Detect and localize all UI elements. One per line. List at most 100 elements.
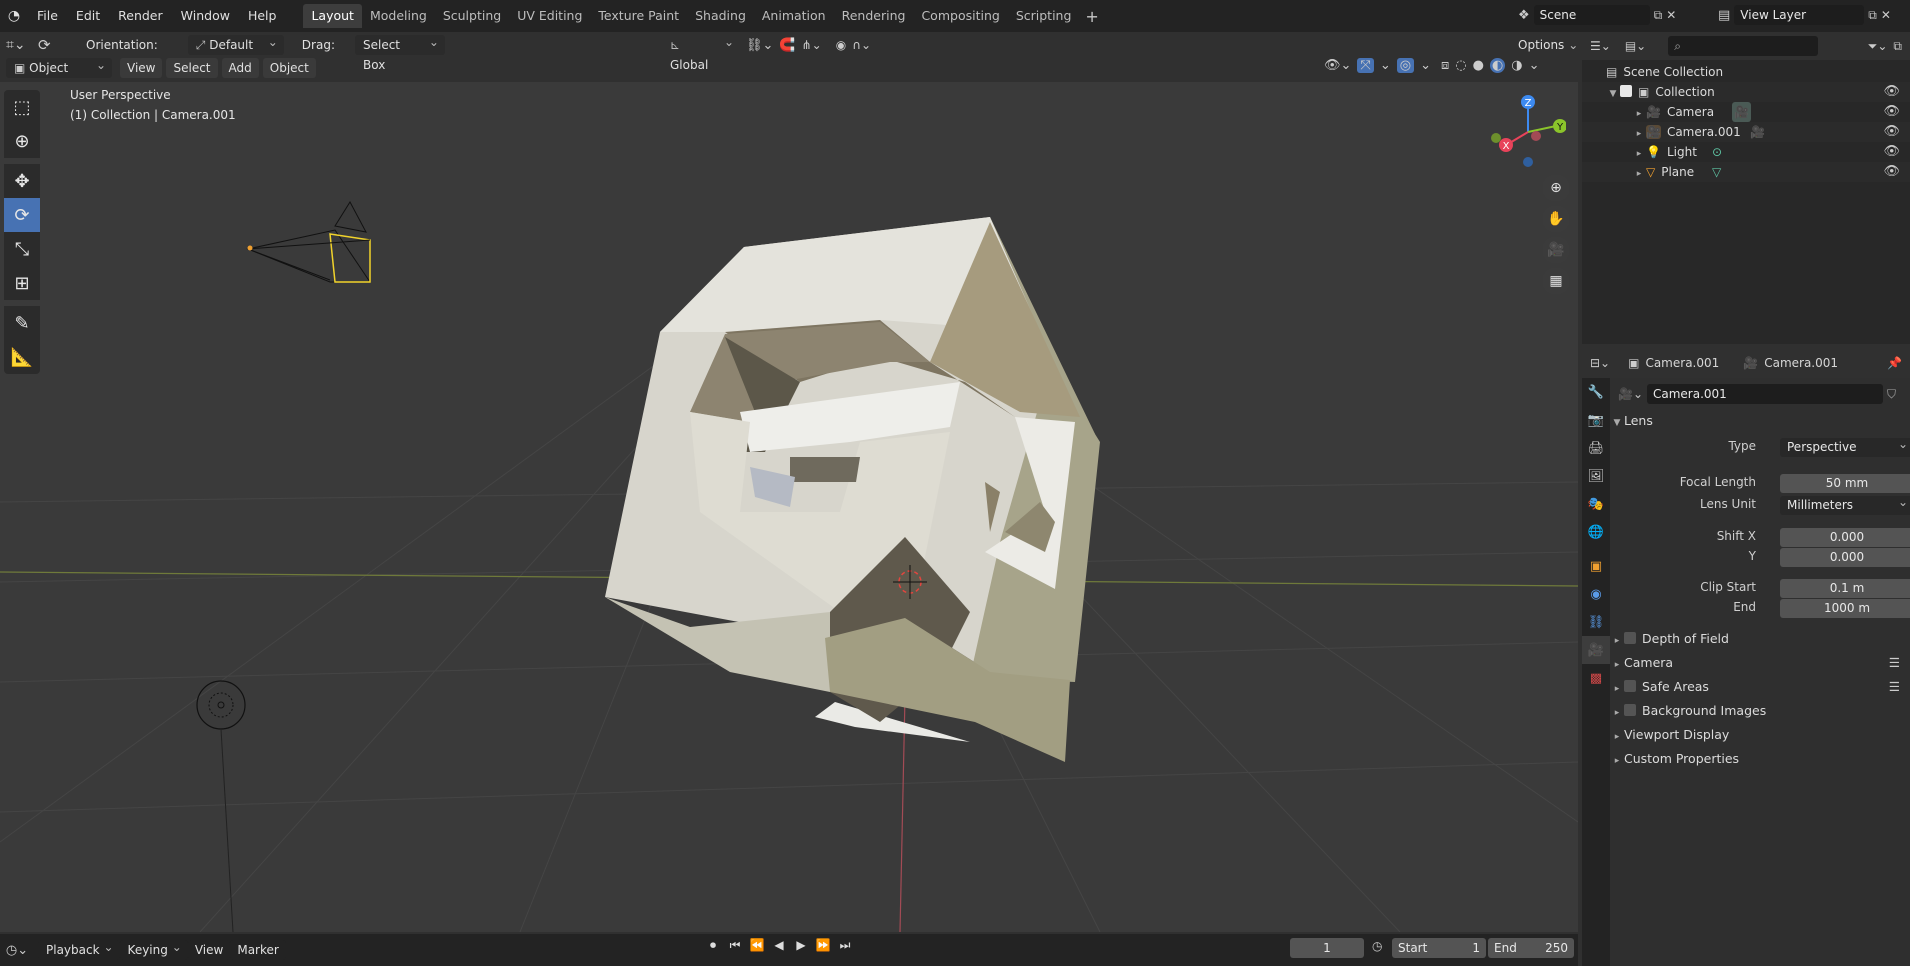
tab-uv-editing[interactable]: UV Editing — [509, 4, 590, 28]
menu-help[interactable]: Help — [239, 4, 286, 28]
eye-icon[interactable]: 👁 — [1883, 102, 1900, 122]
world-tab-icon[interactable]: 🌐 — [1582, 518, 1610, 546]
focal-length-field[interactable]: 50 mm — [1780, 474, 1910, 493]
rendered-shading-icon[interactable]: ◑ — [1511, 58, 1522, 73]
current-frame-field[interactable]: 1 — [1290, 938, 1364, 958]
outliner-row-camera[interactable]: ▸ 🎥 Camera 🎥 👁 — [1582, 102, 1910, 122]
view-layer-icon[interactable]: ▤ — [1718, 8, 1730, 23]
constraints-tab-icon[interactable]: ⛓ — [1582, 608, 1610, 636]
lens-panel-header[interactable]: ▼ Lens — [1610, 410, 1910, 432]
presets-list-icon[interactable]: ☰ — [1889, 676, 1900, 698]
display-mode-icon[interactable]: ▤⌄ — [1625, 39, 1646, 53]
mesh-data-icon[interactable]: ▽ — [1712, 162, 1721, 182]
output-tab-icon[interactable]: 🖨 — [1582, 434, 1610, 462]
outliner-search-input[interactable]: ⌕ — [1668, 36, 1819, 56]
expand-icon[interactable]: ▸ — [1610, 654, 1624, 676]
play-reverse-icon[interactable]: ◀ — [770, 938, 788, 953]
light-data-icon[interactable]: ⊙ — [1712, 142, 1722, 162]
viewport-scene[interactable] — [0, 82, 1578, 932]
pin-icon[interactable]: 📌 — [1887, 356, 1902, 370]
background-images-panel[interactable]: ▸ Background Images — [1610, 700, 1910, 722]
tab-compositing[interactable]: Compositing — [913, 4, 1007, 28]
record-icon[interactable]: ⏺ — [704, 938, 722, 953]
outliner-row-collection[interactable]: ▼ ▣ Collection 👁 — [1582, 82, 1910, 102]
menu-add[interactable]: Add — [221, 58, 259, 78]
tab-sculpting[interactable]: Sculpting — [435, 4, 509, 28]
eye-icon[interactable]: 👁 — [1883, 162, 1900, 182]
tool-tab-icon[interactable]: 🔧 — [1582, 378, 1610, 406]
orientation-dropdown[interactable]: ⤢ Default — [187, 32, 284, 55]
editor-type-icon[interactable]: ⌗⌄ — [6, 37, 30, 53]
tab-scripting[interactable]: Scripting — [1008, 4, 1080, 28]
background-images-checkbox[interactable] — [1624, 704, 1636, 716]
expand-collection-icon[interactable]: ▼ — [1606, 84, 1620, 104]
menu-window[interactable]: Window — [172, 4, 239, 28]
new-scene-icon[interactable]: ⧉ — [1654, 8, 1663, 23]
safe-areas-checkbox[interactable] — [1624, 680, 1636, 692]
jump-end-icon[interactable]: ⏭ — [836, 938, 854, 953]
next-keyframe-icon[interactable]: ⏩ — [814, 938, 832, 953]
options-dropdown[interactable]: Options — [1510, 38, 1585, 52]
overlay-toggle-icon[interactable]: ◎ — [1396, 58, 1415, 73]
tab-shading[interactable]: Shading — [687, 4, 754, 28]
preview-range-icon[interactable]: ◷ — [1372, 939, 1382, 953]
rotate-tool-icon[interactable]: ⟳ — [4, 198, 40, 232]
select-box-tool-icon[interactable]: ⬚ — [4, 90, 40, 124]
expand-icon[interactable]: ▸ — [1610, 750, 1624, 772]
plane-mesh[interactable] — [605, 217, 1100, 762]
annotate-tool-icon[interactable]: ✎ — [4, 306, 40, 340]
navigation-gizmo[interactable]: Z Y X — [1486, 90, 1566, 170]
camera-object[interactable] — [246, 201, 371, 283]
move-tool-icon[interactable]: ✥ — [4, 164, 40, 198]
viewport-display-panel[interactable]: ▸ Viewport Display — [1610, 724, 1910, 746]
play-icon[interactable]: ▶ — [792, 938, 810, 953]
keying-dropdown[interactable]: Keying — [119, 937, 188, 960]
shift-y-field[interactable]: 0.000 — [1780, 548, 1910, 567]
view-layer-field[interactable]: View Layer — [1734, 5, 1865, 25]
active-tool-icon[interactable]: ⟳ — [38, 36, 68, 54]
light-object[interactable] — [196, 680, 246, 932]
collection-checkbox[interactable] — [1620, 85, 1632, 97]
timeline-view-menu[interactable]: View — [187, 940, 231, 960]
expand-icon[interactable]: ▸ — [1610, 678, 1624, 700]
pivot-icon[interactable]: ⛓⌄ — [746, 38, 773, 53]
menu-edit[interactable]: Edit — [67, 4, 109, 28]
measure-tool-icon[interactable]: 📐 — [4, 340, 40, 374]
transform-tool-icon[interactable]: ⊞ — [4, 266, 40, 300]
snap-icon[interactable]: 🧲 — [779, 38, 795, 53]
camera-data-icon[interactable]: 🎥 — [1750, 122, 1765, 142]
depth-of-field-checkbox[interactable] — [1624, 632, 1636, 644]
eye-icon[interactable]: 👁 — [1883, 142, 1900, 162]
render-tab-icon[interactable]: 📷 — [1582, 406, 1610, 434]
view-layer-tab-icon[interactable]: 🖼 — [1582, 462, 1610, 490]
gizmo-toggle-icon[interactable]: ⤧ — [1357, 58, 1374, 73]
outliner-row-light[interactable]: ▸ 💡 Light ⊙ 👁 — [1582, 142, 1910, 162]
lens-type-dropdown[interactable]: Perspective — [1780, 435, 1910, 457]
falloff-icon[interactable]: ∩⌄ — [852, 38, 871, 52]
camera-data-tab-icon[interactable]: 🎥 — [1582, 636, 1610, 664]
filter-icon[interactable]: ⏷⌄ — [1868, 39, 1888, 54]
delete-scene-icon[interactable]: ✕ — [1666, 8, 1676, 22]
start-frame-field[interactable]: Start 1 — [1392, 938, 1486, 958]
depth-of-field-panel[interactable]: ▸ Depth of Field — [1610, 628, 1910, 650]
shift-x-field[interactable]: 0.000 — [1780, 528, 1910, 547]
outliner-editor-icon[interactable]: ☰⌄ — [1590, 39, 1611, 53]
menu-render[interactable]: Render — [109, 4, 172, 28]
scene-tab-icon[interactable]: 🎭 — [1582, 490, 1610, 518]
physics-tab-icon[interactable]: ◉ — [1582, 580, 1610, 608]
blender-logo-icon[interactable]: ◔ — [0, 8, 28, 24]
fake-user-icon[interactable]: ⛉ — [1887, 387, 1896, 402]
datablock-name-field[interactable]: Camera.001 — [1647, 384, 1883, 404]
outliner-row-scene-collection[interactable]: ▤ Scene Collection — [1582, 62, 1910, 82]
shading-dropdown-icon[interactable]: ⌄ — [1529, 58, 1540, 73]
tab-animation[interactable]: Animation — [754, 4, 834, 28]
outliner-row-camera-001[interactable]: ▸ 🎥 Camera.001 🎥 👁 — [1582, 122, 1910, 142]
tab-rendering[interactable]: Rendering — [834, 4, 914, 28]
gizmo-dropdown-icon[interactable]: ⌄ — [1380, 58, 1391, 73]
proportional-edit-icon[interactable]: ◉ — [836, 38, 846, 52]
new-view-layer-icon[interactable]: ⧉ — [1868, 8, 1877, 23]
playback-dropdown[interactable]: Playback — [38, 937, 120, 960]
outliner-row-plane[interactable]: ▸ ▽ Plane ▽ 👁 — [1582, 162, 1910, 182]
eye-icon[interactable]: 👁 — [1883, 82, 1900, 102]
expand-icon[interactable]: ▸ — [1632, 104, 1646, 124]
